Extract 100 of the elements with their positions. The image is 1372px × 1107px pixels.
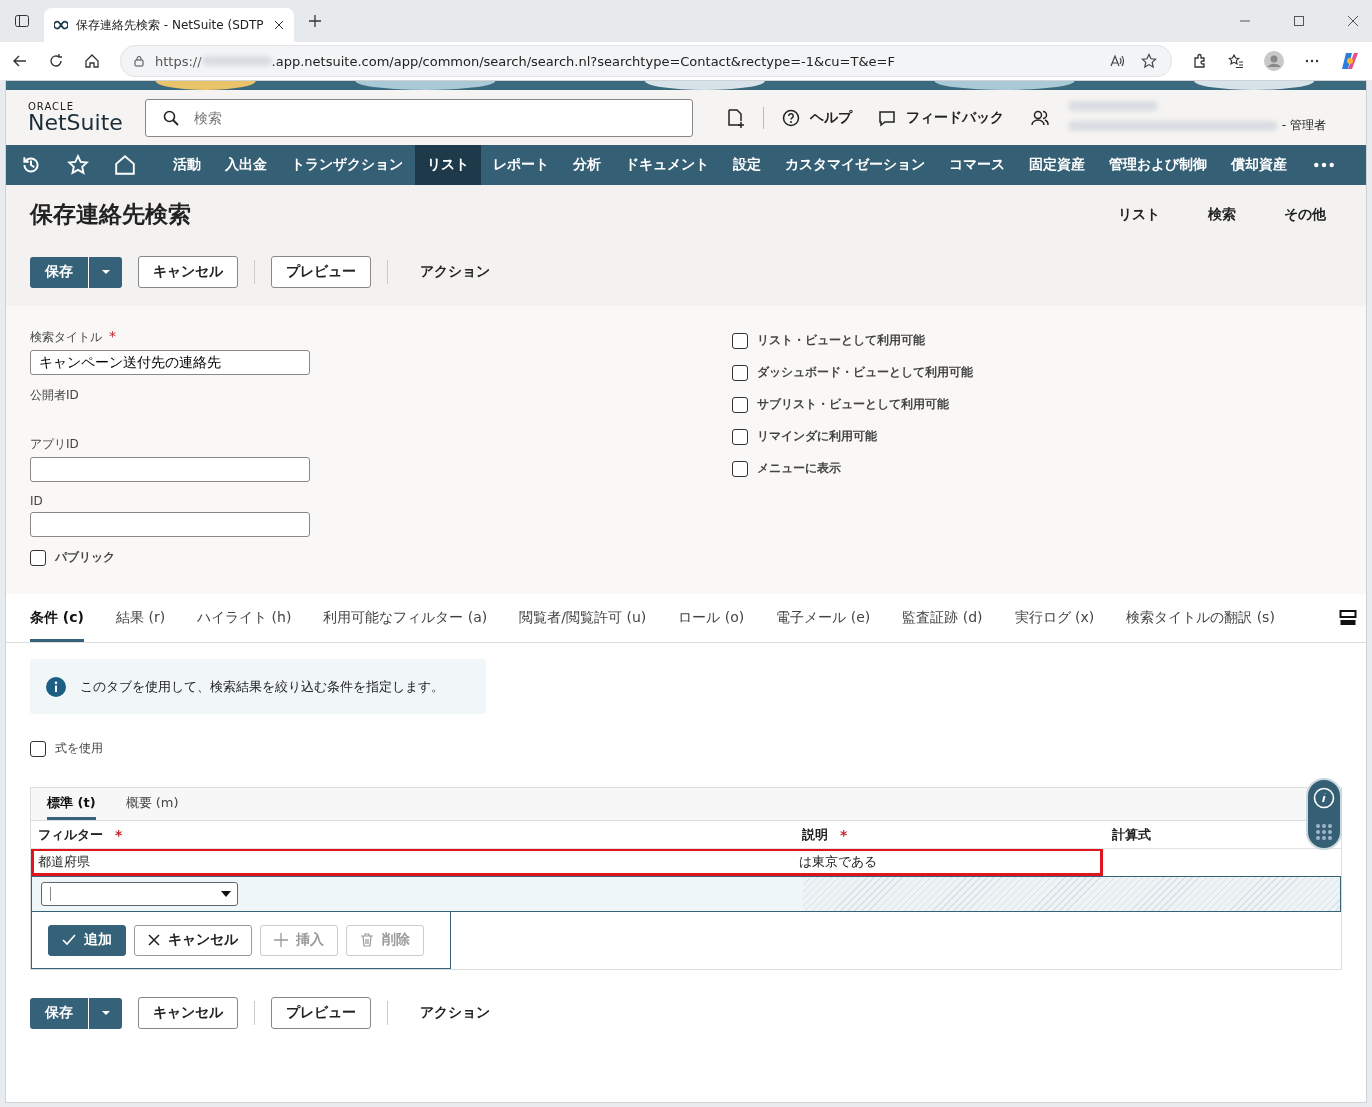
role-label: - 管理者 [1281, 117, 1326, 134]
checkbox-label: ダッシュボード・ビューとして利用可能 [757, 364, 973, 381]
layout-icon[interactable] [1338, 609, 1357, 627]
subtab[interactable]: 条件 (c) [30, 594, 84, 642]
nav-item[interactable]: ドキュメント [613, 145, 721, 185]
dropdown-button[interactable] [88, 256, 122, 288]
nav-item[interactable]: 分析 [561, 145, 613, 185]
checkbox[interactable] [732, 428, 748, 445]
nav-item[interactable]: カスタマイゼーション [773, 145, 937, 185]
add-button[interactable]: 追加 [48, 924, 126, 956]
trash-icon [360, 933, 374, 947]
checkbox-label: リマインダに利用可能 [757, 428, 877, 445]
subtab[interactable]: 実行ログ (x) [1014, 594, 1095, 642]
app-id-field[interactable] [30, 457, 310, 482]
copilot-icon[interactable] [1340, 51, 1360, 71]
help-link[interactable]: ヘルプ [781, 108, 852, 127]
nav-item[interactable]: 設定 [721, 145, 773, 185]
star-icon[interactable] [1141, 53, 1157, 69]
nav-item[interactable]: 管理および制御 [1097, 145, 1219, 185]
nav-item[interactable]: トランザクション [279, 145, 415, 185]
reload-icon[interactable] [48, 53, 64, 69]
subtab[interactable]: 利用可能なフィルター (a) [323, 594, 488, 642]
table-cell-text: 都道府県 [37, 853, 91, 871]
profile-icon[interactable] [1264, 51, 1284, 71]
checkbox[interactable] [732, 364, 748, 381]
checkbox-label: パブリック [55, 549, 115, 566]
column-header: フィルター [38, 825, 103, 844]
caret-icon [100, 1008, 111, 1018]
redacted-text [201, 56, 272, 66]
dots-grid-icon [1314, 821, 1334, 842]
caret-icon [221, 889, 231, 899]
cancel-button[interactable]: キャンセル [138, 997, 238, 1029]
nav-item[interactable]: リスト [415, 145, 481, 185]
save-button[interactable]: 保存 [30, 997, 88, 1029]
checkbox[interactable] [732, 396, 748, 413]
tab-title: 保存連絡先検索 - NetSuite (SDTP [76, 16, 265, 34]
sidebar-icon[interactable] [14, 13, 30, 29]
checkbox[interactable] [732, 460, 748, 477]
checkbox[interactable] [30, 549, 46, 566]
help-widget[interactable] [1306, 778, 1342, 850]
info-icon [46, 676, 66, 697]
new-tab-icon[interactable] [308, 14, 322, 28]
subtab[interactable]: 検索タイトルの翻訳 (s) [1126, 594, 1275, 642]
nav-item[interactable]: レポート [481, 145, 561, 185]
field-label: 公開者ID [30, 387, 80, 404]
close-icon[interactable] [1348, 16, 1358, 26]
subtab[interactable]: 監査証跡 (d) [902, 594, 983, 642]
subtab[interactable]: 結果 (r) [116, 594, 166, 642]
criteria-tab[interactable]: 標準 (t) [47, 788, 96, 820]
action-menu[interactable]: アクション [420, 263, 490, 281]
save-button[interactable]: 保存 [30, 256, 88, 288]
plus-icon [274, 933, 288, 947]
favorites-icon[interactable] [1228, 53, 1244, 69]
criteria-tab[interactable]: 概要 (m) [125, 788, 179, 820]
logo: NetSuite [28, 111, 123, 134]
action-menu[interactable]: アクション [420, 1004, 490, 1022]
id-field[interactable] [30, 512, 310, 537]
address-field[interactable]: https:// .app.netsuite.com/app/common/search/search.nl?searchtype=Contact&rectype=-1&cu=T&e=F [120, 45, 1172, 77]
subtab[interactable]: 電子メール (e) [776, 594, 871, 642]
filter-select[interactable] [41, 882, 238, 906]
nav-item[interactable]: 活動 [161, 145, 213, 185]
cancel-button[interactable]: キャンセル [134, 924, 252, 956]
subtab[interactable]: 閲覧者/閲覧許可 (u) [519, 594, 647, 642]
checkbox-label: サブリスト・ビューとして利用可能 [757, 396, 949, 413]
nav-item[interactable]: 償却資産 [1219, 145, 1299, 185]
required-mark: * [109, 328, 116, 344]
subtab[interactable]: ハイライト (h) [197, 594, 292, 642]
nav-item[interactable]: 入出金 [213, 145, 279, 185]
preview-button[interactable]: プレビュー [271, 997, 371, 1029]
puzzle-icon[interactable] [1192, 53, 1208, 69]
checkbox-label: メニューに表示 [757, 460, 841, 477]
read-aloud-icon[interactable] [1109, 53, 1125, 69]
checkbox[interactable] [732, 332, 748, 349]
logo-caption: ORACLE [28, 101, 75, 112]
maximize-icon[interactable] [1294, 16, 1304, 26]
checkbox-label: 式を使用 [55, 740, 103, 757]
cancel-button[interactable]: キャンセル [138, 256, 238, 288]
infinity-icon [54, 18, 68, 32]
search-icon [162, 109, 179, 126]
column-header: 計算式 [1112, 825, 1151, 844]
preview-button[interactable]: プレビュー [271, 256, 371, 288]
field-label: ID [30, 494, 44, 508]
search-field[interactable]: 検索 [144, 98, 693, 137]
page-link[interactable]: その他 [1284, 205, 1326, 224]
nav-item[interactable]: コマース [937, 145, 1017, 185]
close-icon [148, 934, 160, 946]
feedback-link[interactable]: フィードバック [877, 108, 1004, 127]
page-link[interactable]: 検索 [1208, 205, 1236, 224]
home-icon[interactable] [84, 53, 100, 69]
checkbox[interactable] [30, 740, 46, 757]
page-link[interactable]: リスト [1118, 205, 1160, 224]
nav-item[interactable]: 固定資産 [1017, 145, 1097, 185]
back-icon[interactable] [12, 53, 28, 69]
browser-tab[interactable]: 保存連絡先検索 - NetSuite (SDTP [44, 8, 294, 42]
title-field[interactable]: キャンペーン送付先の連絡先 [30, 350, 310, 375]
subtab[interactable]: ロール (o) [678, 594, 745, 642]
info-icon [1313, 786, 1335, 809]
close-icon[interactable] [274, 20, 284, 30]
field-label: アプリID [30, 436, 80, 453]
dropdown-button[interactable] [88, 997, 122, 1029]
